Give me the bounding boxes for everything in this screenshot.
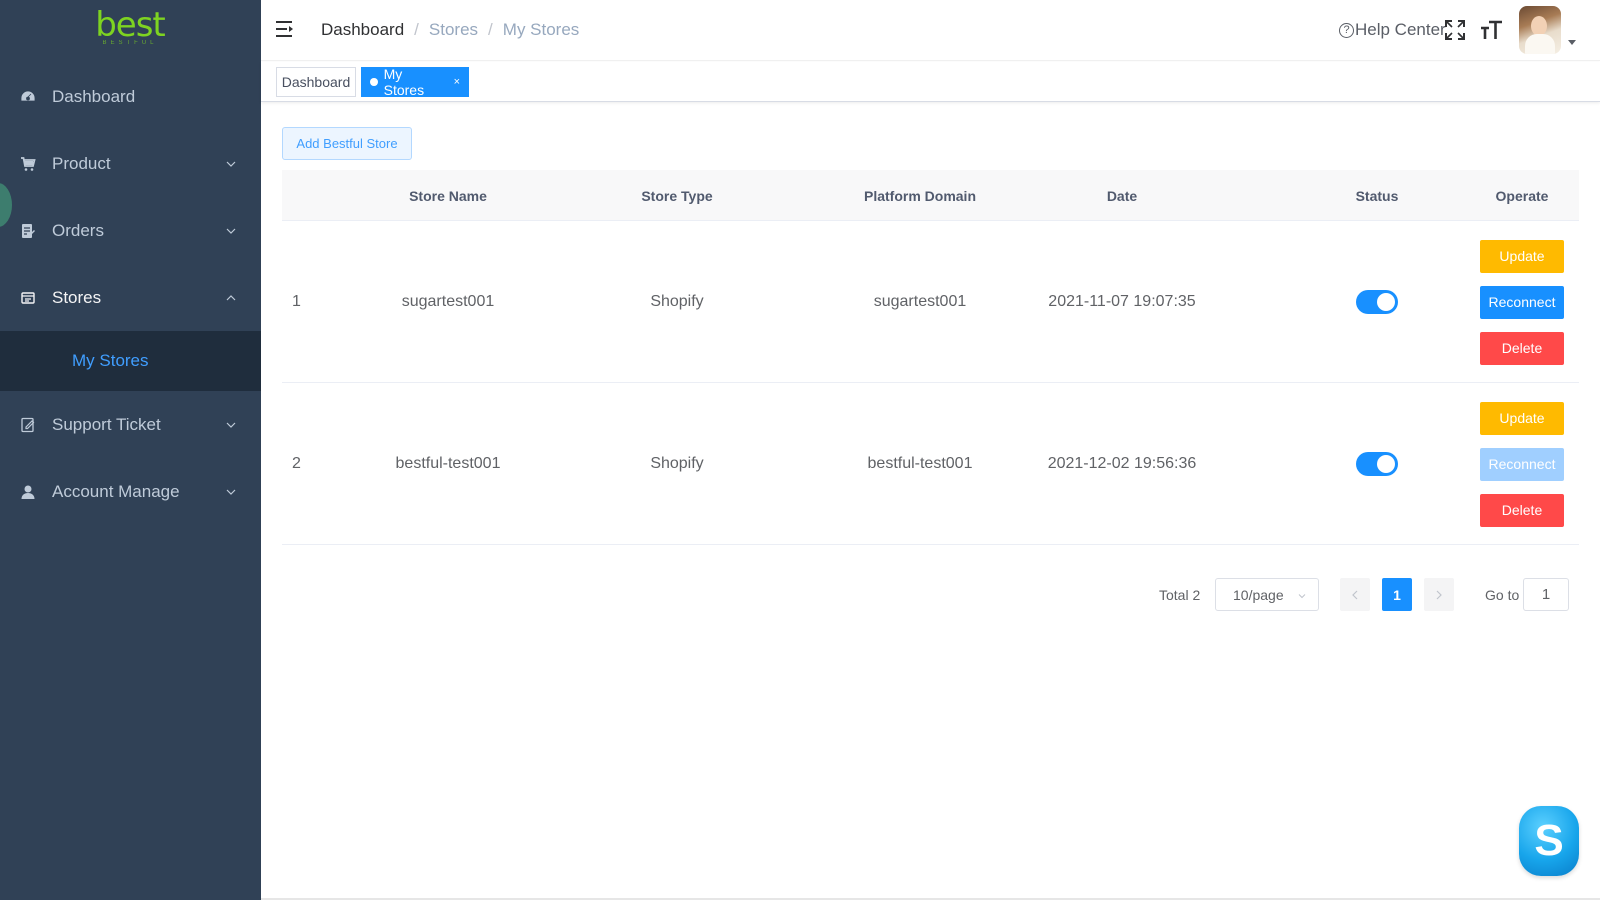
fullscreen-icon[interactable] <box>1444 19 1466 41</box>
prev-page-button[interactable] <box>1340 578 1370 611</box>
sidebar-item-label: Dashboard <box>52 86 136 106</box>
dashboard-icon <box>20 89 36 105</box>
page-size-value: 10/page <box>1233 586 1284 603</box>
platform-domain: sugartest001 <box>873 293 967 310</box>
sidebar-item-support-ticket[interactable]: Support Ticket <box>0 391 261 458</box>
table-row: 2 bestful-test001 Shopify bestful-test00… <box>282 383 1579 545</box>
sidebar-item-stores[interactable]: Stores <box>0 264 261 331</box>
column-store-type: Store Type <box>641 187 713 204</box>
breadcrumb-my-stores: My Stores <box>502 20 580 39</box>
chevron-up-icon <box>226 294 236 300</box>
platform-domain: bestful-test001 <box>867 455 973 472</box>
sidebar-item-label: Account Manage <box>52 481 180 501</box>
breadcrumb-dashboard[interactable]: Dashboard <box>321 20 404 40</box>
page-number-button[interactable]: 1 <box>1382 578 1412 611</box>
add-bestful-store-button[interactable]: Add Bestful Store <box>282 127 412 160</box>
caret-down-icon[interactable] <box>1568 40 1576 45</box>
sidebar-item-dashboard[interactable]: Dashboard <box>0 63 261 130</box>
stores-table: Store Name Store Type Platform Domain Da… <box>282 170 1579 545</box>
status-cell <box>1332 221 1422 383</box>
sidebar-item-label: Support Ticket <box>52 414 161 434</box>
breadcrumb-separator: / <box>488 20 493 39</box>
help-center-label: Help Center <box>1355 20 1446 39</box>
tag-label: My Stores <box>383 66 425 98</box>
status-cell <box>1332 383 1422 545</box>
sidebar-item-orders[interactable]: Orders <box>0 197 261 264</box>
column-date: Date <box>1106 187 1138 204</box>
sidebar-subitem-my-stores[interactable]: My Stores <box>0 331 261 391</box>
goto-label: Go to <box>1485 586 1520 603</box>
sidebar-item-label: Stores <box>52 287 102 307</box>
operate-cell: Update Reconnect Delete <box>1467 383 1577 545</box>
orders-icon <box>20 223 36 239</box>
active-dot-icon <box>370 78 378 86</box>
ticket-icon <box>20 417 36 433</box>
logo-text: best <box>95 5 166 45</box>
breadcrumb-separator: / <box>414 20 419 39</box>
skype-chat-button[interactable]: S <box>1519 806 1579 876</box>
sidebar-item-label: Orders <box>52 220 104 240</box>
avatar[interactable] <box>1519 6 1561 54</box>
column-store-name: Store Name <box>409 187 487 204</box>
sidebar-item-account-manage[interactable]: Account Manage <box>0 458 261 525</box>
row-index: 2 <box>292 455 301 472</box>
status-toggle[interactable] <box>1356 452 1398 476</box>
column-platform-domain: Platform Domain <box>863 187 976 204</box>
store-date: 2021-11-07 19:07:35 <box>1048 293 1196 310</box>
store-name: bestful-test001 <box>395 455 501 472</box>
status-toggle[interactable] <box>1356 290 1398 314</box>
store-type: Shopify <box>650 455 704 472</box>
top-navbar: Dashboard / Stores / My Stores ? Help Ce… <box>261 0 1600 61</box>
update-button[interactable]: Update <box>1480 239 1564 273</box>
row-index: 1 <box>292 293 301 310</box>
next-page-button[interactable] <box>1424 578 1454 611</box>
chevron-down-icon <box>226 422 236 428</box>
logo-subtext: BESTFUL <box>102 40 158 46</box>
reconnect-button[interactable]: Reconnect <box>1480 285 1564 319</box>
sidebar-subitem-label: My Stores <box>72 351 149 370</box>
operate-cell: Update Reconnect Delete <box>1467 221 1577 383</box>
goto-page-input[interactable]: 1 <box>1523 578 1569 611</box>
tag-label: Dashboard <box>281 74 351 90</box>
chevron-left-icon <box>1352 590 1358 599</box>
brand-logo[interactable]: best BESTFUL <box>70 8 190 52</box>
text-size-icon[interactable] <box>1479 18 1503 42</box>
column-status: Status <box>1355 187 1399 204</box>
tags-view: Dashboard My Stores × <box>261 62 1600 102</box>
delete-button[interactable]: Delete <box>1480 493 1564 527</box>
user-icon <box>20 484 36 500</box>
table-row: 1 sugartest001 Shopify sugartest001 2021… <box>282 221 1579 383</box>
breadcrumb: Dashboard / Stores / My Stores <box>321 20 579 40</box>
close-icon[interactable]: × <box>454 76 460 88</box>
stores-icon <box>20 290 36 306</box>
cart-icon <box>20 156 36 172</box>
page-size-select[interactable]: 10/page <box>1215 578 1319 611</box>
table-header: Store Name Store Type Platform Domain Da… <box>282 170 1579 221</box>
hamburger-icon[interactable] <box>275 20 295 38</box>
pagination-total: Total 2 <box>1159 586 1201 603</box>
tag-dashboard[interactable]: Dashboard <box>276 67 356 97</box>
column-operate: Operate <box>1495 187 1549 204</box>
store-type: Shopify <box>650 293 704 310</box>
chevron-down-icon <box>226 161 236 167</box>
reconnect-button-disabled: Reconnect <box>1480 447 1564 481</box>
question-icon: ? <box>1339 22 1354 38</box>
sidebar-item-label: Product <box>52 153 111 173</box>
tag-my-stores[interactable]: My Stores × <box>361 66 469 98</box>
chevron-down-icon <box>1298 594 1306 599</box>
chevron-down-icon <box>226 489 236 495</box>
store-name: sugartest001 <box>401 293 495 310</box>
chevron-right-icon <box>1436 590 1442 599</box>
sidebar: best BESTFUL Dashboard Product Orders St… <box>0 0 261 900</box>
sidebar-item-product[interactable]: Product <box>0 130 261 197</box>
chevron-down-icon <box>226 228 236 234</box>
store-date: 2021-12-02 19:56:36 <box>1047 455 1197 472</box>
sidebar-menu: Dashboard Product Orders Stores My Store… <box>0 63 261 525</box>
help-center-link[interactable]: ? Help Center <box>1339 20 1446 40</box>
delete-button[interactable]: Delete <box>1480 331 1564 365</box>
skype-icon: S <box>1534 816 1564 865</box>
update-button[interactable]: Update <box>1480 401 1564 435</box>
breadcrumb-stores: Stores <box>428 20 479 39</box>
